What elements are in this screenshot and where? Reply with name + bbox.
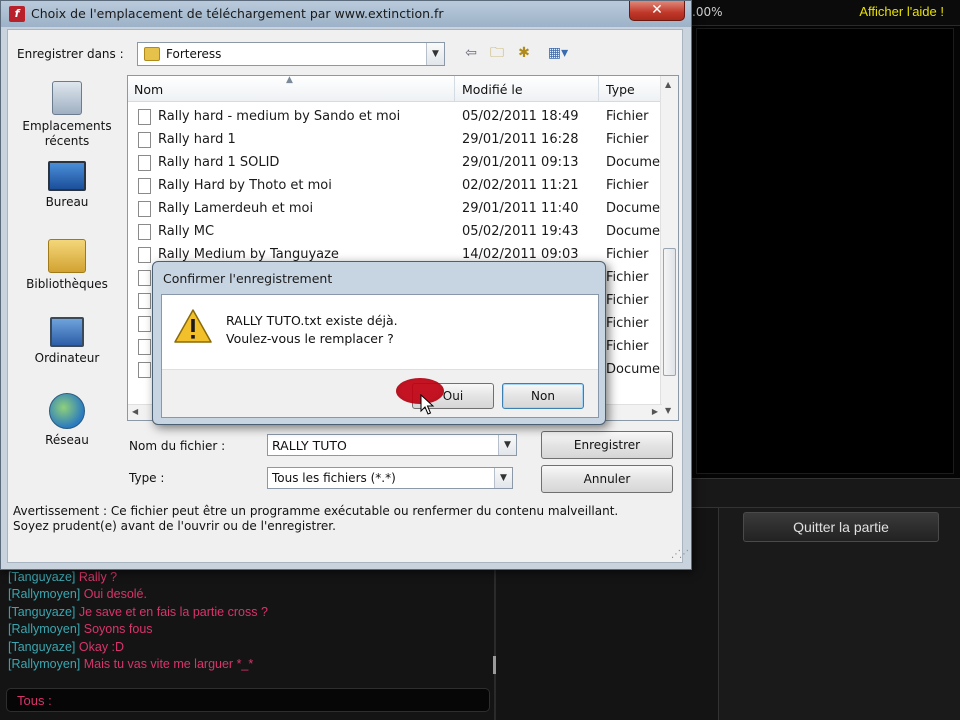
chat-line: [Rallymoyen] Oui desolé. <box>8 587 147 602</box>
quit-game-button[interactable]: Quitter la partie <box>743 512 939 542</box>
column-header-modified[interactable]: Modifié le <box>462 82 523 97</box>
filename-value: RALLY TUTO <box>272 438 347 453</box>
file-row[interactable]: Rally MC 05/02/2011 19:43 Docume <box>128 221 662 244</box>
mouse-pointer-icon <box>420 394 435 415</box>
filetype-label: Type : <box>129 471 165 485</box>
place-label: Réseau <box>45 433 89 447</box>
no-button[interactable]: Non <box>502 383 584 409</box>
column-divider[interactable] <box>598 76 599 102</box>
file-icon <box>138 339 151 355</box>
place-label: Emplacements récents <box>22 119 112 148</box>
window-title: Choix de l'emplacement de téléchargement… <box>31 6 444 21</box>
chat-line: [Tanguyaze] Okay :D <box>8 639 125 654</box>
file-icon <box>138 293 151 309</box>
chat-channel-label: Tous : <box>17 693 52 708</box>
location-dropdown[interactable]: Forteress ▼ <box>137 42 445 66</box>
game-progress-text: .00% <box>692 5 723 19</box>
confirm-message-line1: RALLY TUTO.txt existe déjà. <box>226 313 398 328</box>
place-desktop[interactable]: Bureau <box>15 161 119 210</box>
confirm-dialog-body: RALLY TUTO.txt existe déjà. Voulez-vous … <box>161 294 599 418</box>
chevron-down-icon[interactable]: ▼ <box>494 468 512 488</box>
filetype-dropdown[interactable]: Tous les fichiers (*.*) ▼ <box>267 467 513 489</box>
folder-icon <box>144 47 160 61</box>
file-icon <box>138 178 151 194</box>
file-row[interactable]: Rally hard 1 SOLID 29/01/2011 09:13 Docume <box>128 152 662 175</box>
sort-ascending-icon: ▲ <box>286 75 293 85</box>
file-icon <box>138 224 151 240</box>
chat-line: [Tanguyaze] Rally ? <box>8 570 118 584</box>
game-status-strip <box>690 478 960 508</box>
location-label: Enregistrer dans : <box>17 47 124 61</box>
view-menu-icon[interactable]: ▦▾ <box>541 44 575 62</box>
scroll-down-icon[interactable]: ▼ <box>665 406 671 415</box>
file-icon <box>138 316 151 332</box>
game-top-bar: .00% Afficher l'aide ! <box>690 0 960 26</box>
place-label: Ordinateur <box>34 351 100 365</box>
chat-log: [Tanguyaze] Rally ? [Rallymoyen] Oui des… <box>8 569 488 673</box>
file-list-header: ▲ Nom Modifié le Type <box>128 76 662 102</box>
recent-places-icon <box>52 81 82 115</box>
place-libraries[interactable]: Bibliothèques <box>15 239 119 292</box>
file-icon <box>138 362 151 378</box>
chat-line: [Rallymoyen] Soyons fous <box>8 622 153 637</box>
file-icon <box>138 270 151 286</box>
file-row[interactable]: Rally hard - medium by Sando et moi 05/02… <box>128 106 662 129</box>
chat-input[interactable]: Tous : <box>6 688 490 712</box>
filetype-value: Tous les fichiers (*.*) <box>272 471 396 485</box>
chat-line: [Rallymoyen] Mais tu vas vite me larguer… <box>8 656 254 671</box>
warning-icon <box>174 309 212 343</box>
network-globe-icon <box>49 393 85 429</box>
confirm-dialog-footer: Oui Non <box>162 369 598 417</box>
file-row[interactable]: Rally Hard by Thoto et moi 02/02/2011 11:… <box>128 175 662 198</box>
place-label: Bibliothèques <box>26 277 108 291</box>
chat-scrollbar[interactable] <box>493 656 496 674</box>
security-warning-text: Avertissement : Ce fichier peut être un … <box>13 504 619 533</box>
help-link[interactable]: Afficher l'aide ! <box>859 4 944 19</box>
file-row[interactable]: Rally Lamerdeuh et moi 29/01/2011 11:40 Do… <box>128 198 662 221</box>
filename-input[interactable]: RALLY TUTO ▼ <box>267 434 517 456</box>
confirm-message-line2: Voulez-vous le remplacer ? <box>226 331 394 346</box>
back-arrow-icon[interactable]: ⇦ <box>461 44 481 62</box>
computer-icon <box>50 317 84 347</box>
flash-app-icon: f <box>9 6 25 22</box>
chat-line: [Tanguyaze] Je save et en fais la partie… <box>8 604 268 619</box>
column-header-type[interactable]: Type <box>606 82 635 97</box>
file-icon <box>138 155 151 171</box>
file-icon <box>138 201 151 217</box>
new-folder-icon[interactable]: ✱ <box>513 44 535 62</box>
file-icon <box>138 247 151 263</box>
close-button[interactable]: ✕ <box>629 1 685 21</box>
location-value: Forteress <box>166 47 222 61</box>
file-icon <box>138 109 151 125</box>
libraries-icon <box>48 239 86 273</box>
place-label: Bureau <box>45 195 89 209</box>
game-side-panel: Quitter la partie <box>718 508 960 720</box>
cancel-button[interactable]: Annuler <box>541 465 673 493</box>
place-network[interactable]: Réseau <box>15 393 119 448</box>
dialog-title-bar[interactable]: f Choix de l'emplacement de téléchargeme… <box>1 1 691 27</box>
file-row[interactable]: Rally hard 1 29/01/2011 16:28 Fichier <box>128 129 662 152</box>
confirm-overwrite-dialog: Confirmer l'enregistrement RALLY TUTO.tx… <box>152 261 606 425</box>
scroll-up-icon[interactable]: ▲ <box>665 80 671 89</box>
up-folder-icon[interactable]: 🗀 <box>487 44 507 62</box>
filename-label: Nom du fichier : <box>129 439 226 453</box>
vertical-scrollbar[interactable]: ▲ ▼ <box>660 76 678 420</box>
file-icon <box>138 132 151 148</box>
chevron-down-icon[interactable]: ▼ <box>498 435 516 455</box>
save-button[interactable]: Enregistrer <box>541 431 673 459</box>
column-header-name[interactable]: Nom <box>134 82 163 97</box>
scroll-right-icon[interactable]: ▶ <box>652 407 658 416</box>
game-viewport <box>696 28 954 474</box>
place-computer[interactable]: Ordinateur <box>15 317 119 366</box>
place-recent-locations[interactable]: Emplacements récents <box>15 81 119 149</box>
confirm-dialog-title: Confirmer l'enregistrement <box>163 271 333 286</box>
column-divider[interactable] <box>454 76 455 102</box>
scroll-left-icon[interactable]: ◀ <box>132 407 138 416</box>
scrollbar-thumb[interactable] <box>663 248 676 376</box>
chevron-down-icon[interactable]: ▼ <box>426 43 444 65</box>
desktop-icon <box>48 161 86 191</box>
resize-grip-icon[interactable]: ⋰⋰ <box>671 549 689 560</box>
